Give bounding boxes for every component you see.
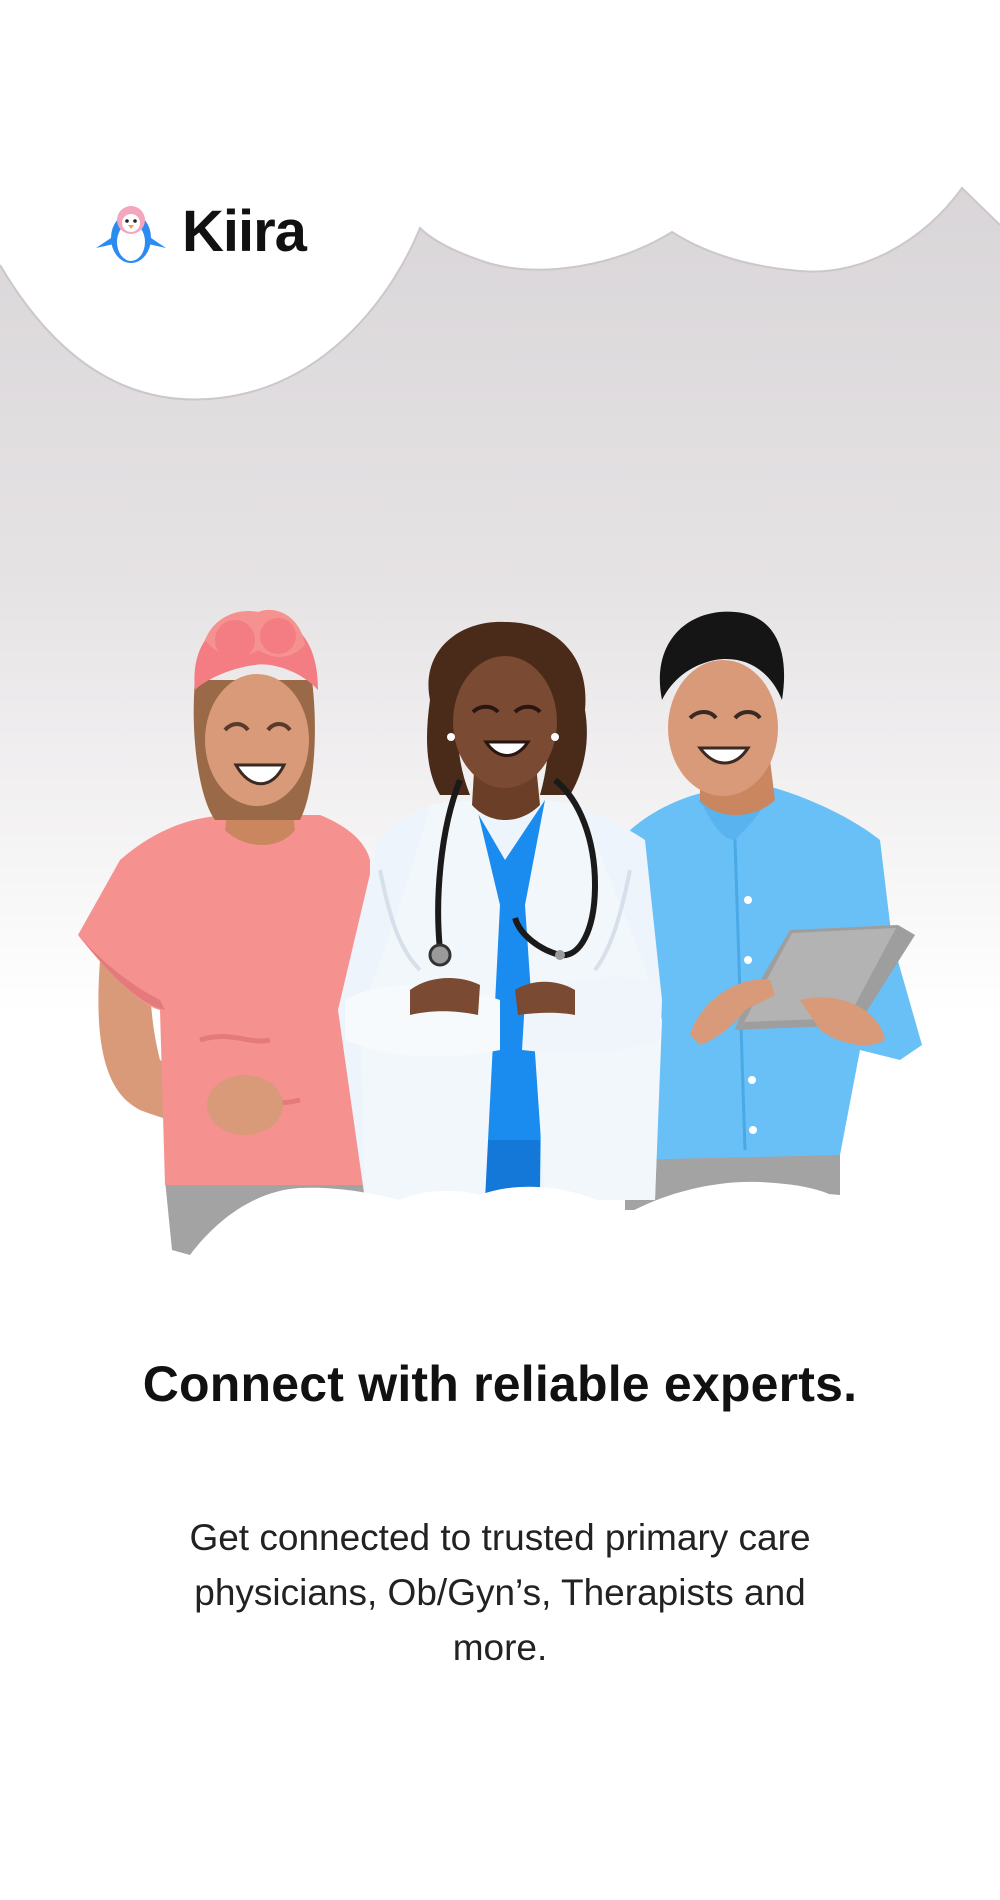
hero-section: Kiira xyxy=(0,0,1000,1300)
patient-woman-figure xyxy=(78,609,372,1255)
doctor-figure xyxy=(338,621,662,1200)
three-healthcare-people-illustration xyxy=(0,609,1000,1300)
patient-man-figure xyxy=(625,611,922,1210)
description-text: Get connected to trusted primary care ph… xyxy=(189,1517,811,1668)
headline: Connect with reliable experts. xyxy=(142,1356,858,1412)
